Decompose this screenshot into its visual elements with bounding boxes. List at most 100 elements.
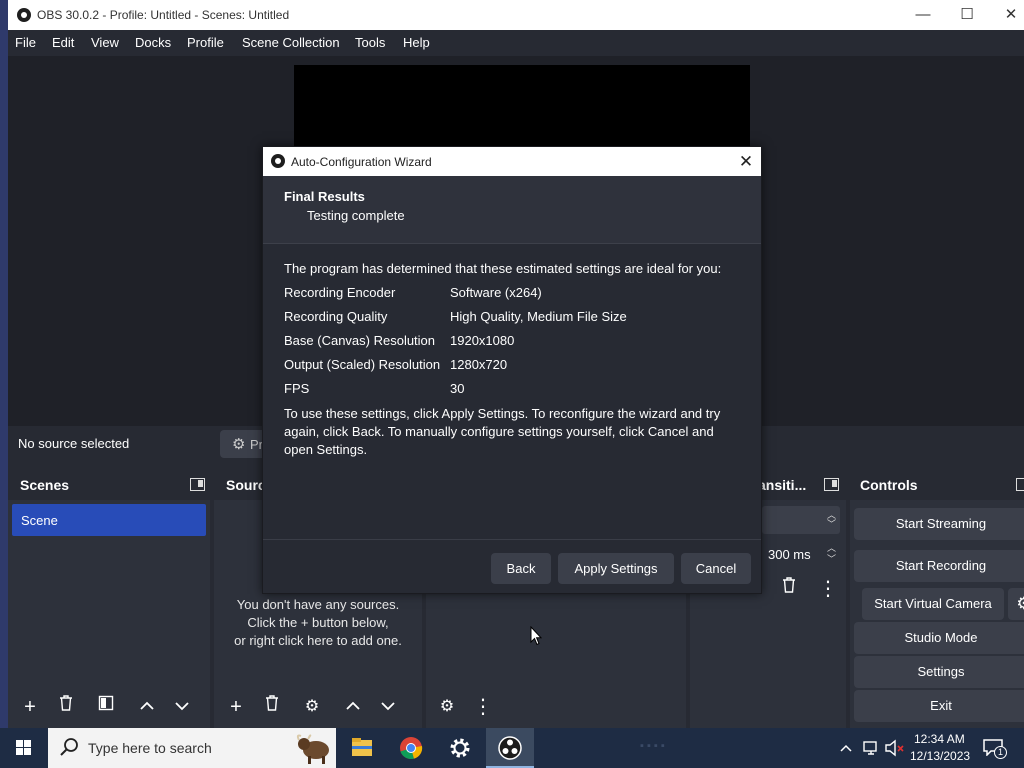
setting-row: FPS 30 <box>284 381 744 399</box>
settings-gear-icon <box>450 738 470 758</box>
wizard-page-subtitle: Testing complete <box>307 208 405 223</box>
cancel-button[interactable]: Cancel <box>681 553 751 584</box>
chevron-down-icon <box>175 702 189 711</box>
transition-select[interactable]: ︿ ﹀ <box>762 506 840 534</box>
window-titlebar[interactable]: OBS 30.0.2 - Profile: Untitled - Scenes:… <box>8 0 1024 30</box>
window-title: OBS 30.0.2 - Profile: Untitled - Scenes:… <box>37 8 290 22</box>
settings-taskbar-button[interactable] <box>436 728 484 768</box>
menu-file[interactable]: File <box>15 35 36 50</box>
menu-profile[interactable]: Profile <box>187 35 224 50</box>
exit-button[interactable]: Exit <box>854 690 1024 722</box>
setting-value: 1920x1080 <box>450 333 515 348</box>
empty-sources-line: Click the + button below, <box>247 615 389 630</box>
chrome-taskbar-button[interactable] <box>387 728 435 768</box>
clock-time[interactable]: 12:34 AM <box>914 732 965 746</box>
transition-menu-button[interactable]: ⋮ <box>813 574 843 604</box>
transition-duration-spinbox[interactable]: 300 ms ︿ ﹀ <box>762 540 840 568</box>
move-source-down-button[interactable] <box>373 692 403 722</box>
move-scene-up-button[interactable] <box>132 692 162 722</box>
minimize-button[interactable]: — <box>900 0 946 30</box>
search-icon <box>60 738 78 756</box>
menu-view[interactable]: View <box>91 35 119 50</box>
menu-edit[interactable]: Edit <box>52 35 74 50</box>
taskbar-search-box[interactable]: Type here to search <box>48 728 336 768</box>
menu-scene-collection[interactable]: Scene Collection <box>242 35 340 50</box>
gears-icon: ⚙ <box>439 698 455 715</box>
obs-logo-icon <box>17 8 31 22</box>
setting-row: Recording Encoder Software (x264) <box>284 285 744 303</box>
gear-icon: ⚙ <box>304 698 320 715</box>
controls-dock-header: Controls <box>850 470 1024 500</box>
source-properties-button[interactable]: ⚙ <box>297 692 327 722</box>
results-instructions-text: To use these settings, click Apply Setti… <box>284 406 721 457</box>
file-explorer-taskbar-button[interactable] <box>338 728 386 768</box>
gear-icon: ⚙ <box>1016 594 1024 613</box>
start-button[interactable] <box>0 728 48 768</box>
undock-icon[interactable] <box>1016 478 1024 491</box>
trash-icon <box>60 695 72 711</box>
trash-icon <box>266 695 278 711</box>
close-window-button[interactable]: ✕ <box>988 0 1024 30</box>
scenes-dock-title: Scenes <box>20 477 70 493</box>
notification-count-badge: 1 <box>994 746 1007 759</box>
notifications-button[interactable]: 1 <box>982 738 1010 760</box>
start-recording-button[interactable]: Start Recording <box>854 550 1024 582</box>
maximize-button[interactable]: ☐ <box>944 0 990 30</box>
auto-configuration-wizard-dialog: Auto-Configuration Wizard ✕ Final Result… <box>262 146 762 594</box>
scene-item-label: Scene <box>21 513 58 528</box>
empty-sources-line: You don't have any sources. <box>236 597 400 612</box>
move-source-up-button[interactable] <box>338 692 368 722</box>
mixer-menu-button[interactable]: ⋮ <box>468 692 498 722</box>
add-source-button[interactable]: + <box>221 692 251 722</box>
remove-transition-button[interactable] <box>774 574 804 604</box>
remove-source-button[interactable] <box>257 692 287 722</box>
setting-value: Software (x264) <box>450 285 542 300</box>
setting-row: Recording Quality High Quality, Medium F… <box>284 309 744 327</box>
show-hidden-icons-button[interactable] <box>838 740 854 756</box>
start-streaming-button[interactable]: Start Streaming <box>854 508 1024 540</box>
volume-tray-button[interactable] <box>884 739 906 757</box>
scenes-dock: Scenes Scene + <box>8 470 210 728</box>
empty-sources-message[interactable]: You don't have any sources. Click the + … <box>214 596 422 650</box>
dialog-titlebar[interactable]: Auto-Configuration Wizard ✕ <box>263 147 761 176</box>
chevron-updown-icon: ︿ ﹀ <box>826 510 836 529</box>
mouse-pointer-icon <box>530 626 542 646</box>
virtual-camera-settings-button[interactable]: ⚙ <box>1008 588 1024 620</box>
scene-list-item[interactable]: Scene <box>12 504 206 536</box>
menu-docks[interactable]: Docks <box>135 35 171 50</box>
speaker-muted-icon <box>885 739 904 757</box>
search-highlight-yak-icon <box>296 734 329 764</box>
menu-bar: File Edit View Docks Profile Scene Colle… <box>8 30 1024 56</box>
back-button[interactable]: Back <box>491 553 551 584</box>
chevron-down-icon <box>381 702 395 711</box>
dialog-close-button[interactable]: ✕ <box>731 147 761 176</box>
transitions-dock-title: ansiti... <box>758 477 807 493</box>
chevron-up-icon <box>140 701 154 710</box>
chevron-up-icon <box>840 744 852 752</box>
obs-taskbar-button[interactable] <box>486 728 534 768</box>
clock-date[interactable]: 12/13/2023 <box>910 749 970 763</box>
undock-icon[interactable] <box>190 478 205 491</box>
setting-label: Recording Encoder <box>284 285 396 300</box>
add-scene-button[interactable]: + <box>15 692 45 722</box>
sources-dock-title: Sourc <box>226 477 266 493</box>
undock-icon[interactable] <box>824 478 839 491</box>
ghost-text: ▪ ▪ ▪ ▪ <box>640 740 665 752</box>
menu-tools[interactable]: Tools <box>355 35 385 50</box>
kebab-menu-icon: ⋮ <box>818 578 838 600</box>
advanced-audio-button[interactable]: ⚙ <box>432 692 462 722</box>
apply-settings-button[interactable]: Apply Settings <box>558 553 674 584</box>
scene-filters-button[interactable] <box>91 692 121 722</box>
setting-value: 30 <box>450 381 465 396</box>
menu-help[interactable]: Help <box>403 35 430 50</box>
search-placeholder: Type here to search <box>88 740 212 756</box>
transition-duration-value: 300 ms <box>768 547 811 562</box>
network-tray-button[interactable] <box>862 740 880 756</box>
remove-scene-button[interactable] <box>51 692 81 722</box>
studio-mode-button[interactable]: Studio Mode <box>854 622 1024 654</box>
setting-label: FPS <box>284 381 310 396</box>
start-virtual-camera-button[interactable]: Start Virtual Camera <box>862 588 1004 620</box>
gear-icon: ⚙ <box>232 436 246 453</box>
move-scene-down-button[interactable] <box>167 692 197 722</box>
settings-button[interactable]: Settings <box>854 656 1024 688</box>
